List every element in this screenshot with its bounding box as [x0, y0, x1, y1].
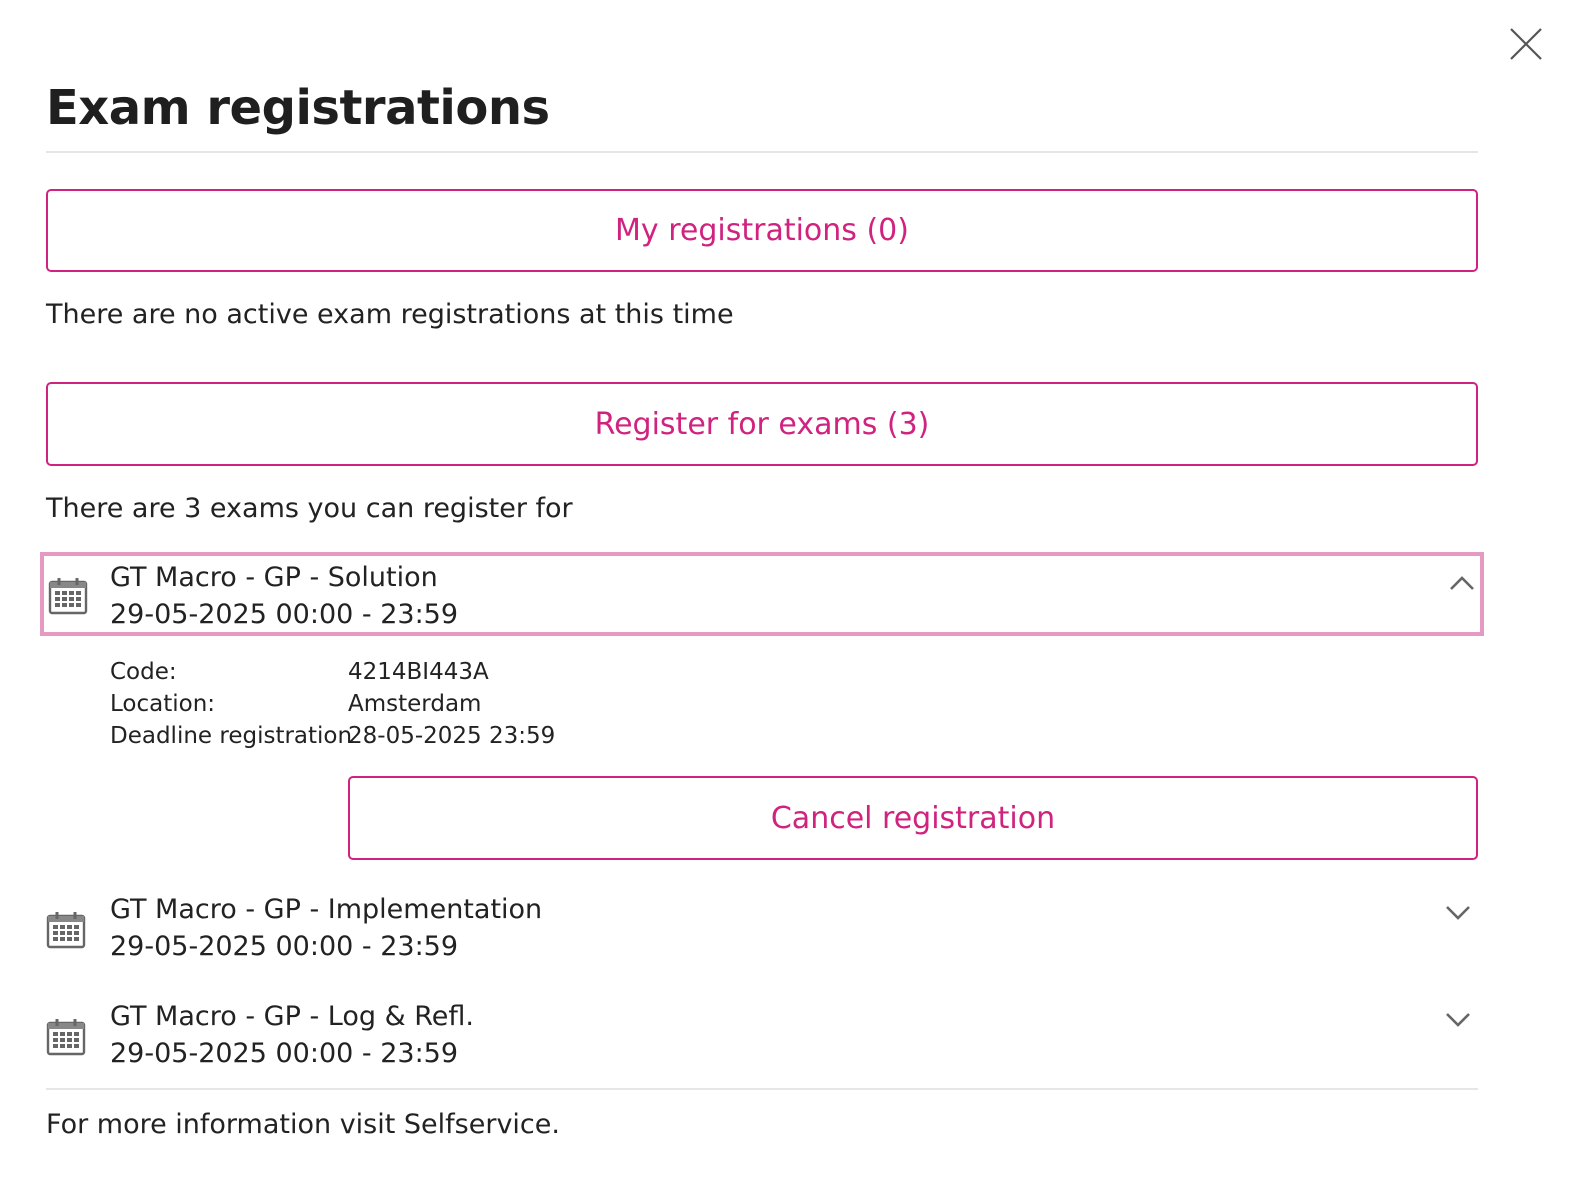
location-label: Location: — [110, 691, 216, 717]
exam-name: GT Macro - GP - Implementation — [110, 894, 543, 925]
exam-item-solution[interactable]: GT Macro - GP - Solution 29-05-2025 00:0… — [40, 552, 1484, 636]
calendar-icon — [48, 578, 88, 615]
my-registrations-button[interactable]: My registrations (0) — [46, 189, 1478, 272]
exam-name: GT Macro - GP - Log & Refl. — [110, 1001, 474, 1032]
cancel-registration-button[interactable]: Cancel registration — [348, 776, 1478, 860]
footer-text: For more information visit Selfservice. — [46, 1109, 560, 1140]
page-title: Exam registrations — [46, 80, 550, 136]
exam-date: 29-05-2025 00:00 - 23:59 — [110, 599, 459, 630]
chevron-down-icon[interactable] — [1444, 1009, 1472, 1029]
no-registrations-text: There are no active exam registrations a… — [46, 299, 734, 330]
calendar-icon — [46, 1019, 86, 1056]
deadline-value: 28-05-2025 23:59 — [348, 723, 556, 749]
exam-item-log-refl[interactable]: GT Macro - GP - Log & Refl. 29-05-2025 0… — [46, 997, 1478, 1073]
close-button[interactable] — [1508, 26, 1544, 62]
register-for-exams-button[interactable]: Register for exams (3) — [46, 382, 1478, 466]
chevron-down-icon[interactable] — [1444, 902, 1472, 922]
can-register-text: There are 3 exams you can register for — [46, 493, 573, 524]
code-value: 4214BI443A — [348, 659, 489, 685]
code-label: Code: — [110, 659, 177, 685]
footer-divider — [46, 1088, 1478, 1090]
chevron-up-icon[interactable] — [1448, 574, 1476, 594]
exam-date: 29-05-2025 00:00 - 23:59 — [110, 1038, 459, 1069]
exam-name: GT Macro - GP - Solution — [110, 562, 438, 593]
deadline-label: Deadline registration — [110, 723, 353, 749]
close-icon — [1510, 28, 1542, 60]
calendar-icon — [46, 912, 86, 949]
location-value: Amsterdam — [348, 691, 482, 717]
title-divider — [46, 151, 1478, 153]
exam-date: 29-05-2025 00:00 - 23:59 — [110, 931, 459, 962]
exam-item-implementation[interactable]: GT Macro - GP - Implementation 29-05-202… — [46, 890, 1478, 966]
